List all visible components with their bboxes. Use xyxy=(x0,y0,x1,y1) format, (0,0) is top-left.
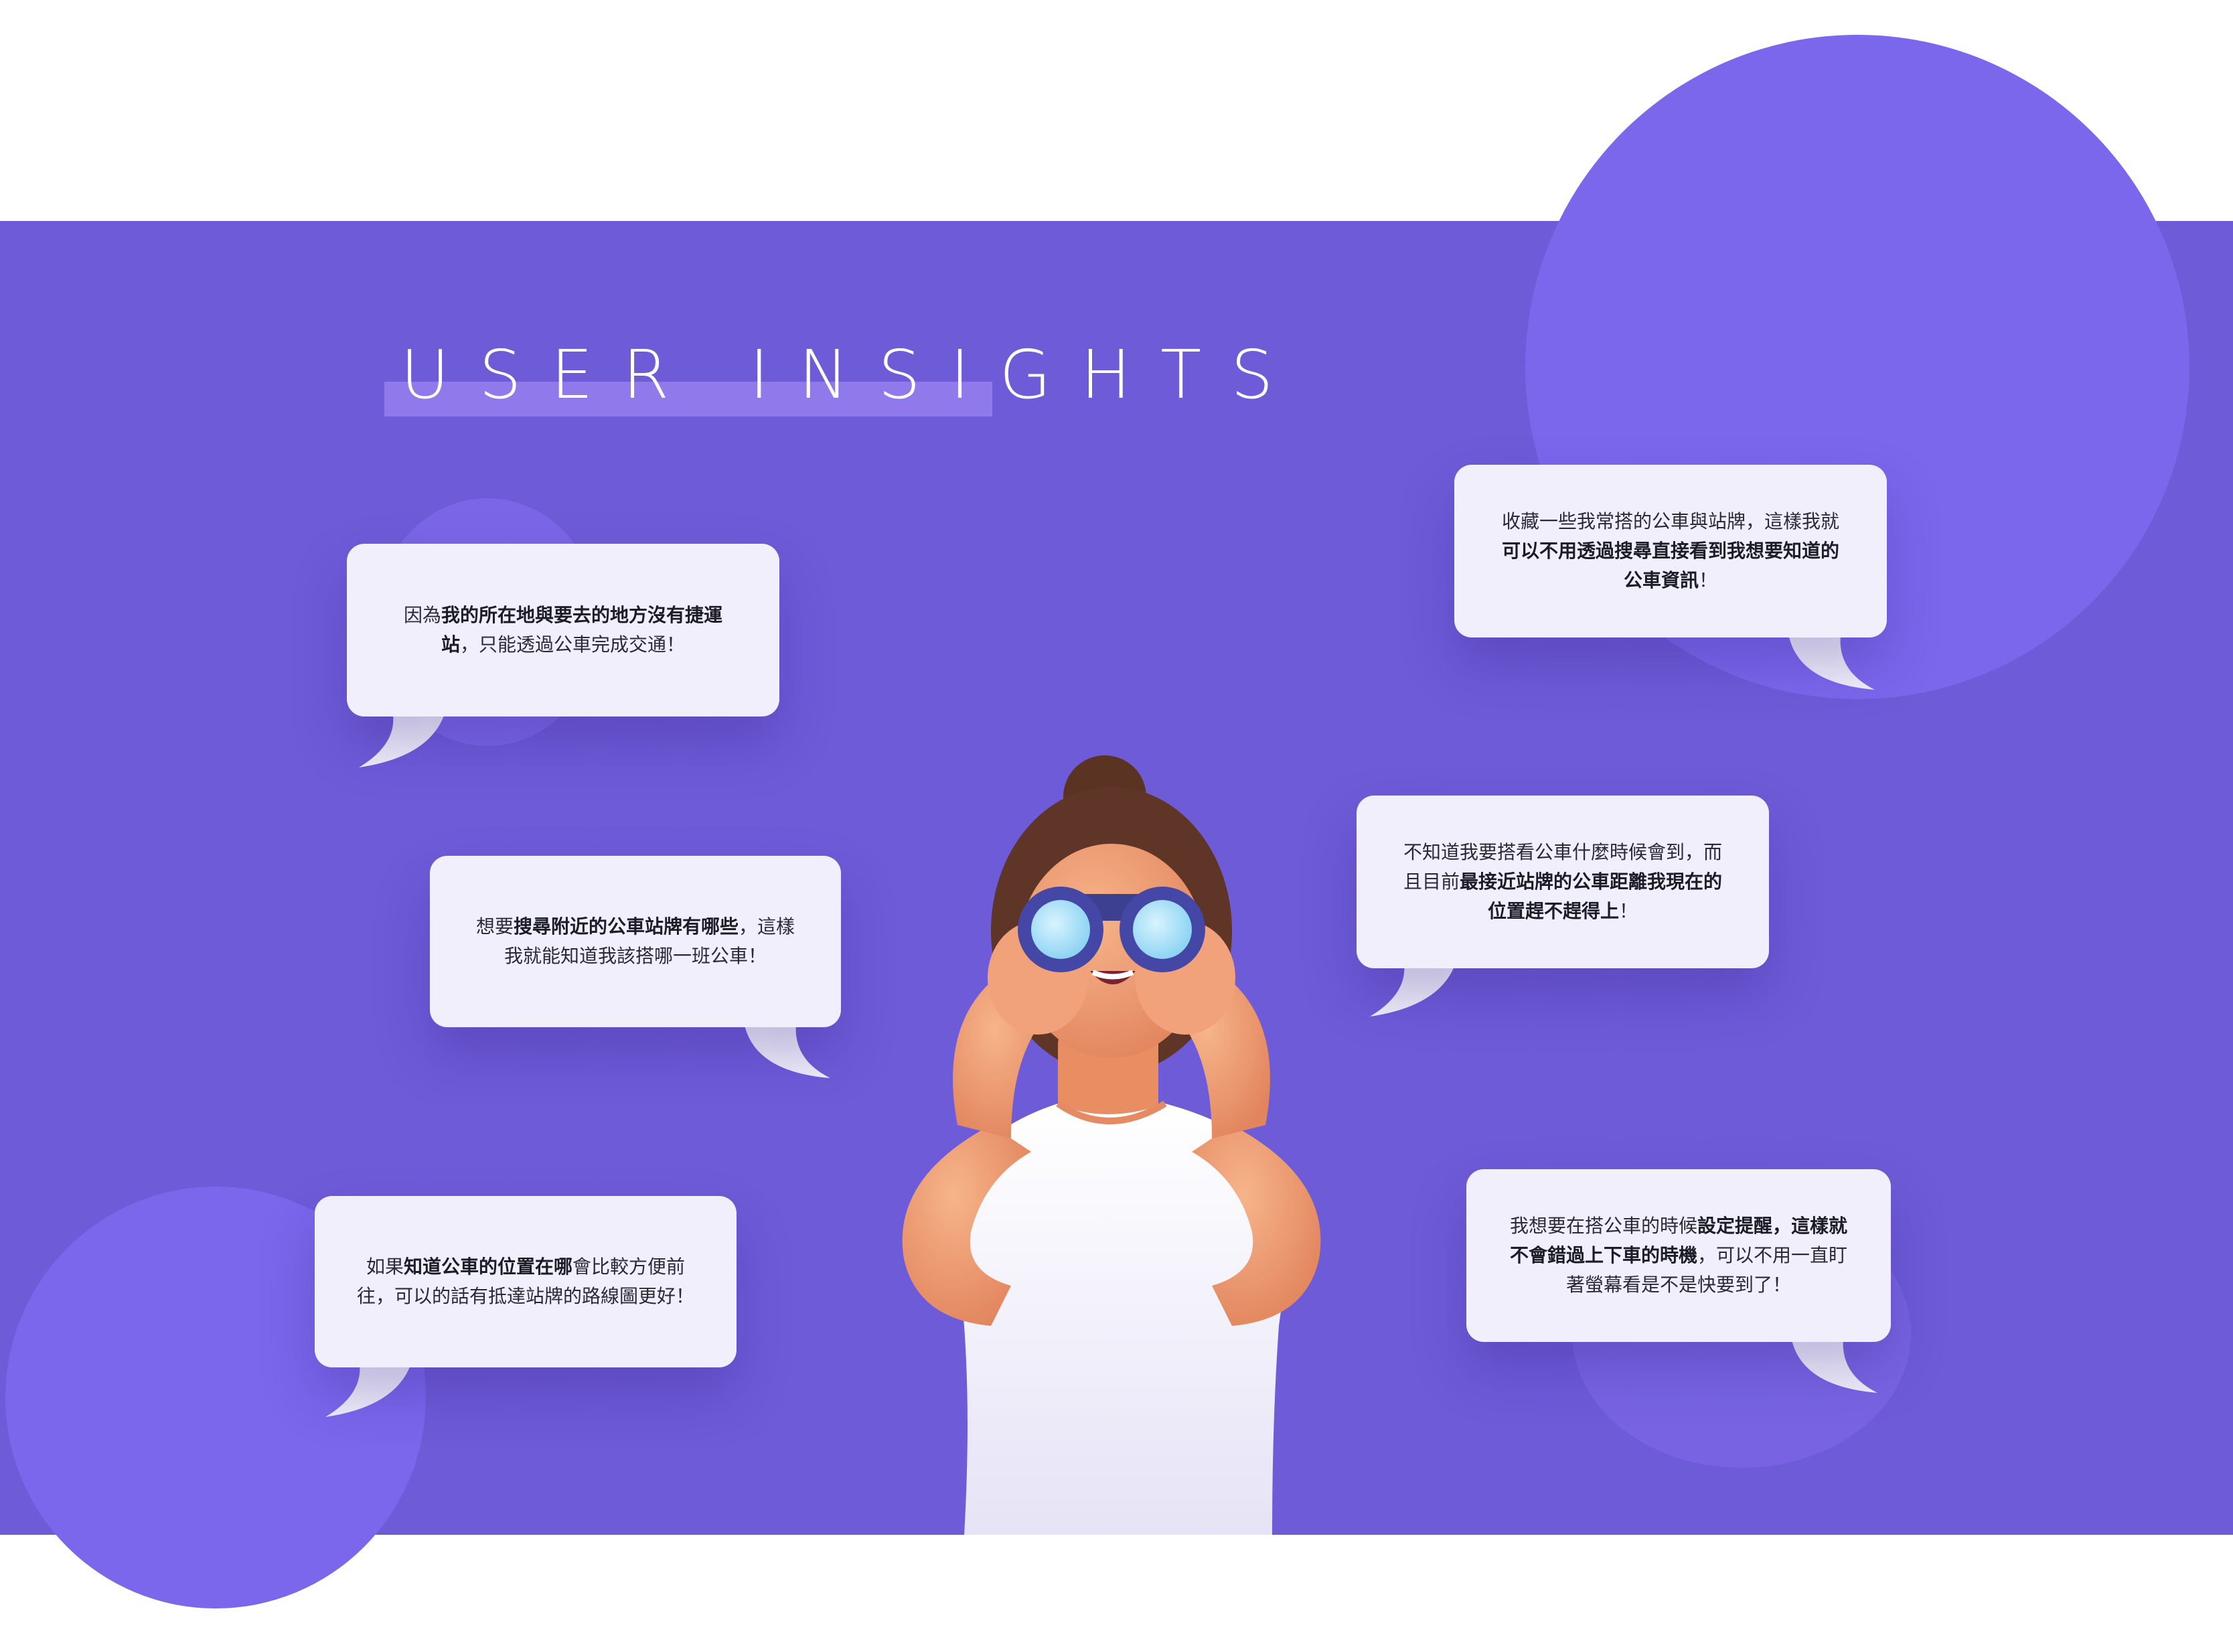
insight-bubble-4: 收藏一些我常搭的公車與站牌，這樣我就可以不用透過搜尋直接看到我想要知道的公車資訊… xyxy=(1454,465,1887,637)
insight-text-4: 收藏一些我常搭的公車與站牌，這樣我就可以不用透過搜尋直接看到我想要知道的公車資訊… xyxy=(1501,510,1839,591)
bubble-tail xyxy=(325,1359,412,1417)
bubble-tail xyxy=(359,710,446,767)
insight-bubble-2: 想要搜尋附近的公車站牌有哪些，這樣我就能知道我該搭哪一班公車！ xyxy=(430,856,841,1027)
insight-text-6: 我想要在搭公車的時候設定提醒，這樣就不會錯過上下車的時機，可以不用一直盯著螢幕看… xyxy=(1509,1215,1848,1296)
insight-bubble-5: 不知道我要搭看公車什麼時候會到，而且目前最接近站牌的公車距離我現在的位置趕不趕得… xyxy=(1357,796,1769,968)
woman-with-binoculars-illustration xyxy=(902,755,1321,1535)
insight-text-3: 如果知道公車的位置在哪會比較方便前往，可以的話有抵達站牌的路線圖更好！ xyxy=(356,1256,694,1307)
bubble-tail xyxy=(1788,629,1875,690)
insight-text-1: 因為我的所在地與要去的地方沒有捷運站，只能透過公車完成交通！ xyxy=(403,604,723,656)
insight-text-2: 想要搜尋附近的公車站牌有哪些，這樣我就能知道我該搭哪一班公車！ xyxy=(475,915,795,967)
insight-text-5: 不知道我要搭看公車什麼時候會到，而且目前最接近站牌的公車距離我現在的位置趕不趕得… xyxy=(1403,841,1723,922)
insight-bubble-3: 如果知道公車的位置在哪會比較方便前往，可以的話有抵達站牌的路線圖更好！ xyxy=(315,1196,737,1367)
section-title: USER INSIGHTS xyxy=(400,335,1303,414)
insight-bubble-6: 我想要在搭公車的時候設定提醒，這樣就不會錯過上下車的時機，可以不用一直盯著螢幕看… xyxy=(1466,1169,1891,1342)
insight-bubble-1: 因為我的所在地與要去的地方沒有捷運站，只能透過公車完成交通！ xyxy=(347,544,779,717)
